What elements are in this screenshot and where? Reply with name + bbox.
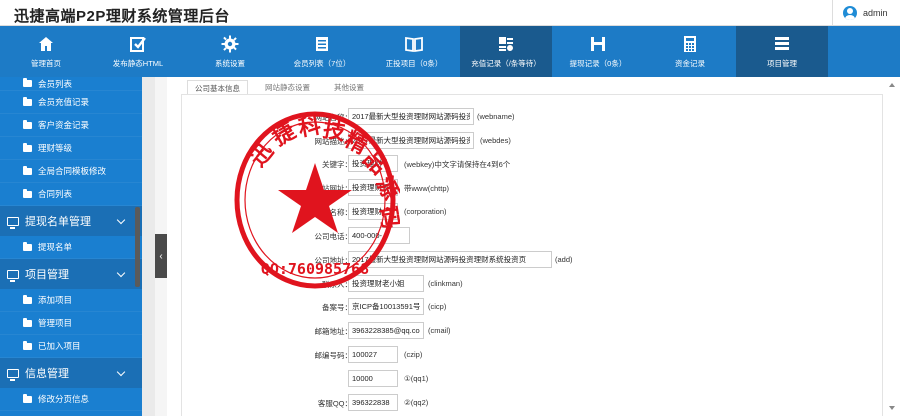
sidebar-item-add-project[interactable]: 添加项目 (0, 289, 142, 312)
form-row-corporation: 公司名称： (corporation) (182, 203, 882, 221)
folder-icon (23, 78, 32, 87)
folder-icon (23, 119, 32, 129)
folder-icon (23, 294, 32, 304)
form-row-address: 公司地址： (add) (182, 251, 882, 269)
user-avatar-icon (843, 6, 857, 20)
chttp-input[interactable] (348, 179, 398, 196)
chevron-down-icon (116, 268, 126, 278)
sidebar-item-withdraw-list[interactable]: 提现名单 (0, 236, 142, 259)
user-menu[interactable]: admin (832, 0, 900, 26)
edit-icon (128, 34, 148, 54)
nav-active-projects[interactable]: 正投项目（0条） (368, 26, 460, 77)
sidebar-item-manage-projects[interactable]: 管理项目 (0, 312, 142, 335)
folder-icon (23, 241, 32, 251)
folder-icon (23, 142, 32, 152)
webkey-input[interactable] (348, 155, 398, 172)
main-content: 公司基本信息 网站静态设置 其他设置 网站名称： (webname) 网站描述：… (167, 77, 900, 416)
sidebar-item-contract-template[interactable]: 全局合同模板修改 (0, 160, 142, 183)
corporation-input[interactable] (348, 203, 398, 220)
cicp-input[interactable] (348, 298, 424, 315)
sidebar-group-info[interactable]: 信息管理 (0, 358, 142, 388)
nav-system-settings[interactable]: 系统设置 (184, 26, 276, 77)
content-scrollbar[interactable] (884, 77, 900, 416)
sidebar-item-contract-list[interactable]: 合同列表 (0, 183, 142, 206)
monitor-icon (7, 368, 19, 381)
sidebar-item-finance-level[interactable]: 理财等级 (0, 137, 142, 160)
nav-fund-records[interactable]: 资金记录 (644, 26, 736, 77)
scroll-down-icon[interactable] (889, 406, 895, 410)
chevron-down-icon (116, 215, 126, 225)
nav-recharge-records[interactable]: 充值记录（/条等待） (460, 26, 552, 77)
form-row-webkey: 关键字： (webkey)中文字请保持在4到6个 (182, 155, 882, 173)
form-row-qq1: ①(qq1) (182, 370, 882, 388)
tab-static-settings[interactable]: 网站静态设置 (258, 80, 317, 94)
monitor-icon (7, 216, 19, 229)
nav-publish-html[interactable]: 发布静态HTML (92, 26, 184, 77)
webdes-input[interactable] (348, 132, 474, 149)
settings-form: 网站名称： (webname) 网站描述： (webdes) 关键字： (web… (181, 94, 883, 416)
qq1-input[interactable] (348, 370, 398, 387)
top-nav: 管理首页 发布静态HTML 系统设置 会员列表（7位） 正投项目（0条） 充值记… (0, 26, 900, 77)
sidebar-scrollbar[interactable] (135, 207, 140, 287)
cmail-input[interactable] (348, 322, 424, 339)
sidebar-item-member-recharge[interactable]: 会员充值记录 (0, 91, 142, 114)
sidebar-item-member-list[interactable]: 会员列表 (0, 77, 142, 91)
chevron-left-icon: ‹ (159, 250, 163, 262)
qq2-input[interactable] (348, 394, 398, 411)
stack-icon (772, 34, 792, 54)
user-name: admin (863, 8, 888, 18)
webname-input[interactable] (348, 108, 474, 125)
folder-icon (23, 340, 32, 350)
form-row-qq2: 客服QQ： ②(qq2) (182, 394, 882, 412)
form-row-cicp: 备案号： (cicp) (182, 298, 882, 316)
gear-icon (220, 34, 240, 54)
nav-member-list[interactable]: 会员列表（7位） (276, 26, 368, 77)
folder-icon (23, 393, 32, 403)
calculator-icon (680, 34, 700, 54)
form-row-phone: 公司电话： (182, 227, 882, 245)
folder-icon (23, 188, 32, 198)
nav-filler (828, 26, 900, 77)
form-row-webdes: 网站描述： (webdes) (182, 132, 882, 150)
phone-input[interactable] (348, 227, 410, 244)
coin-icon (496, 34, 516, 54)
address-input[interactable] (348, 251, 552, 268)
home-icon (36, 34, 56, 54)
collapse-sidebar-button[interactable]: ‹ (155, 234, 167, 278)
nav-withdraw-records[interactable]: 提现记录（0条） (552, 26, 644, 77)
app-title: 迅捷高端P2P理财系统管理后台 (14, 8, 230, 25)
form-row-clinkman: 联系人： (clinkman) (182, 275, 882, 293)
clinkman-input[interactable] (348, 275, 424, 292)
save-icon (588, 34, 608, 54)
sidebar-gutter (142, 77, 155, 416)
sidebar-group-withdraw[interactable]: 提现名单管理 (0, 206, 142, 236)
form-row-czip: 邮编号码： (czip) (182, 346, 882, 364)
sidebar-group-projects[interactable]: 项目管理 (0, 259, 142, 289)
form-row-webname: 网站名称： (webname) (182, 108, 882, 126)
folder-icon (23, 317, 32, 327)
sidebar-item-joined-projects[interactable]: 已加入项目 (0, 335, 142, 358)
tab-other-settings[interactable]: 其他设置 (327, 80, 371, 94)
app-header: 迅捷高端P2P理财系统管理后台 admin (0, 0, 900, 26)
tab-company-info[interactable]: 公司基本信息 (187, 80, 248, 94)
sidebar-item-customer-funds[interactable]: 客户资金记录 (0, 114, 142, 137)
sidebar: 会员列表 会员充值记录 客户资金记录 理财等级 全局合同模板修改 合同列表 提现… (0, 77, 142, 416)
form-row-chttp: 网站网址： 带www(chttp) (182, 179, 882, 197)
book-icon (404, 34, 424, 54)
czip-input[interactable] (348, 346, 398, 363)
folder-icon (23, 165, 32, 175)
folder-icon (23, 96, 32, 106)
chevron-down-icon (116, 367, 126, 377)
monitor-icon (7, 269, 19, 282)
nav-home[interactable]: 管理首页 (0, 26, 92, 77)
list-icon (312, 34, 332, 54)
nav-project-management[interactable]: 项目管理 (736, 26, 828, 77)
sidebar-item-edit-page-info[interactable]: 修改分页信息 (0, 388, 142, 411)
form-row-cmail: 邮箱地址： (cmail) (182, 322, 882, 340)
scroll-up-icon[interactable] (889, 83, 895, 87)
settings-tabs: 公司基本信息 网站静态设置 其他设置 (187, 80, 381, 94)
